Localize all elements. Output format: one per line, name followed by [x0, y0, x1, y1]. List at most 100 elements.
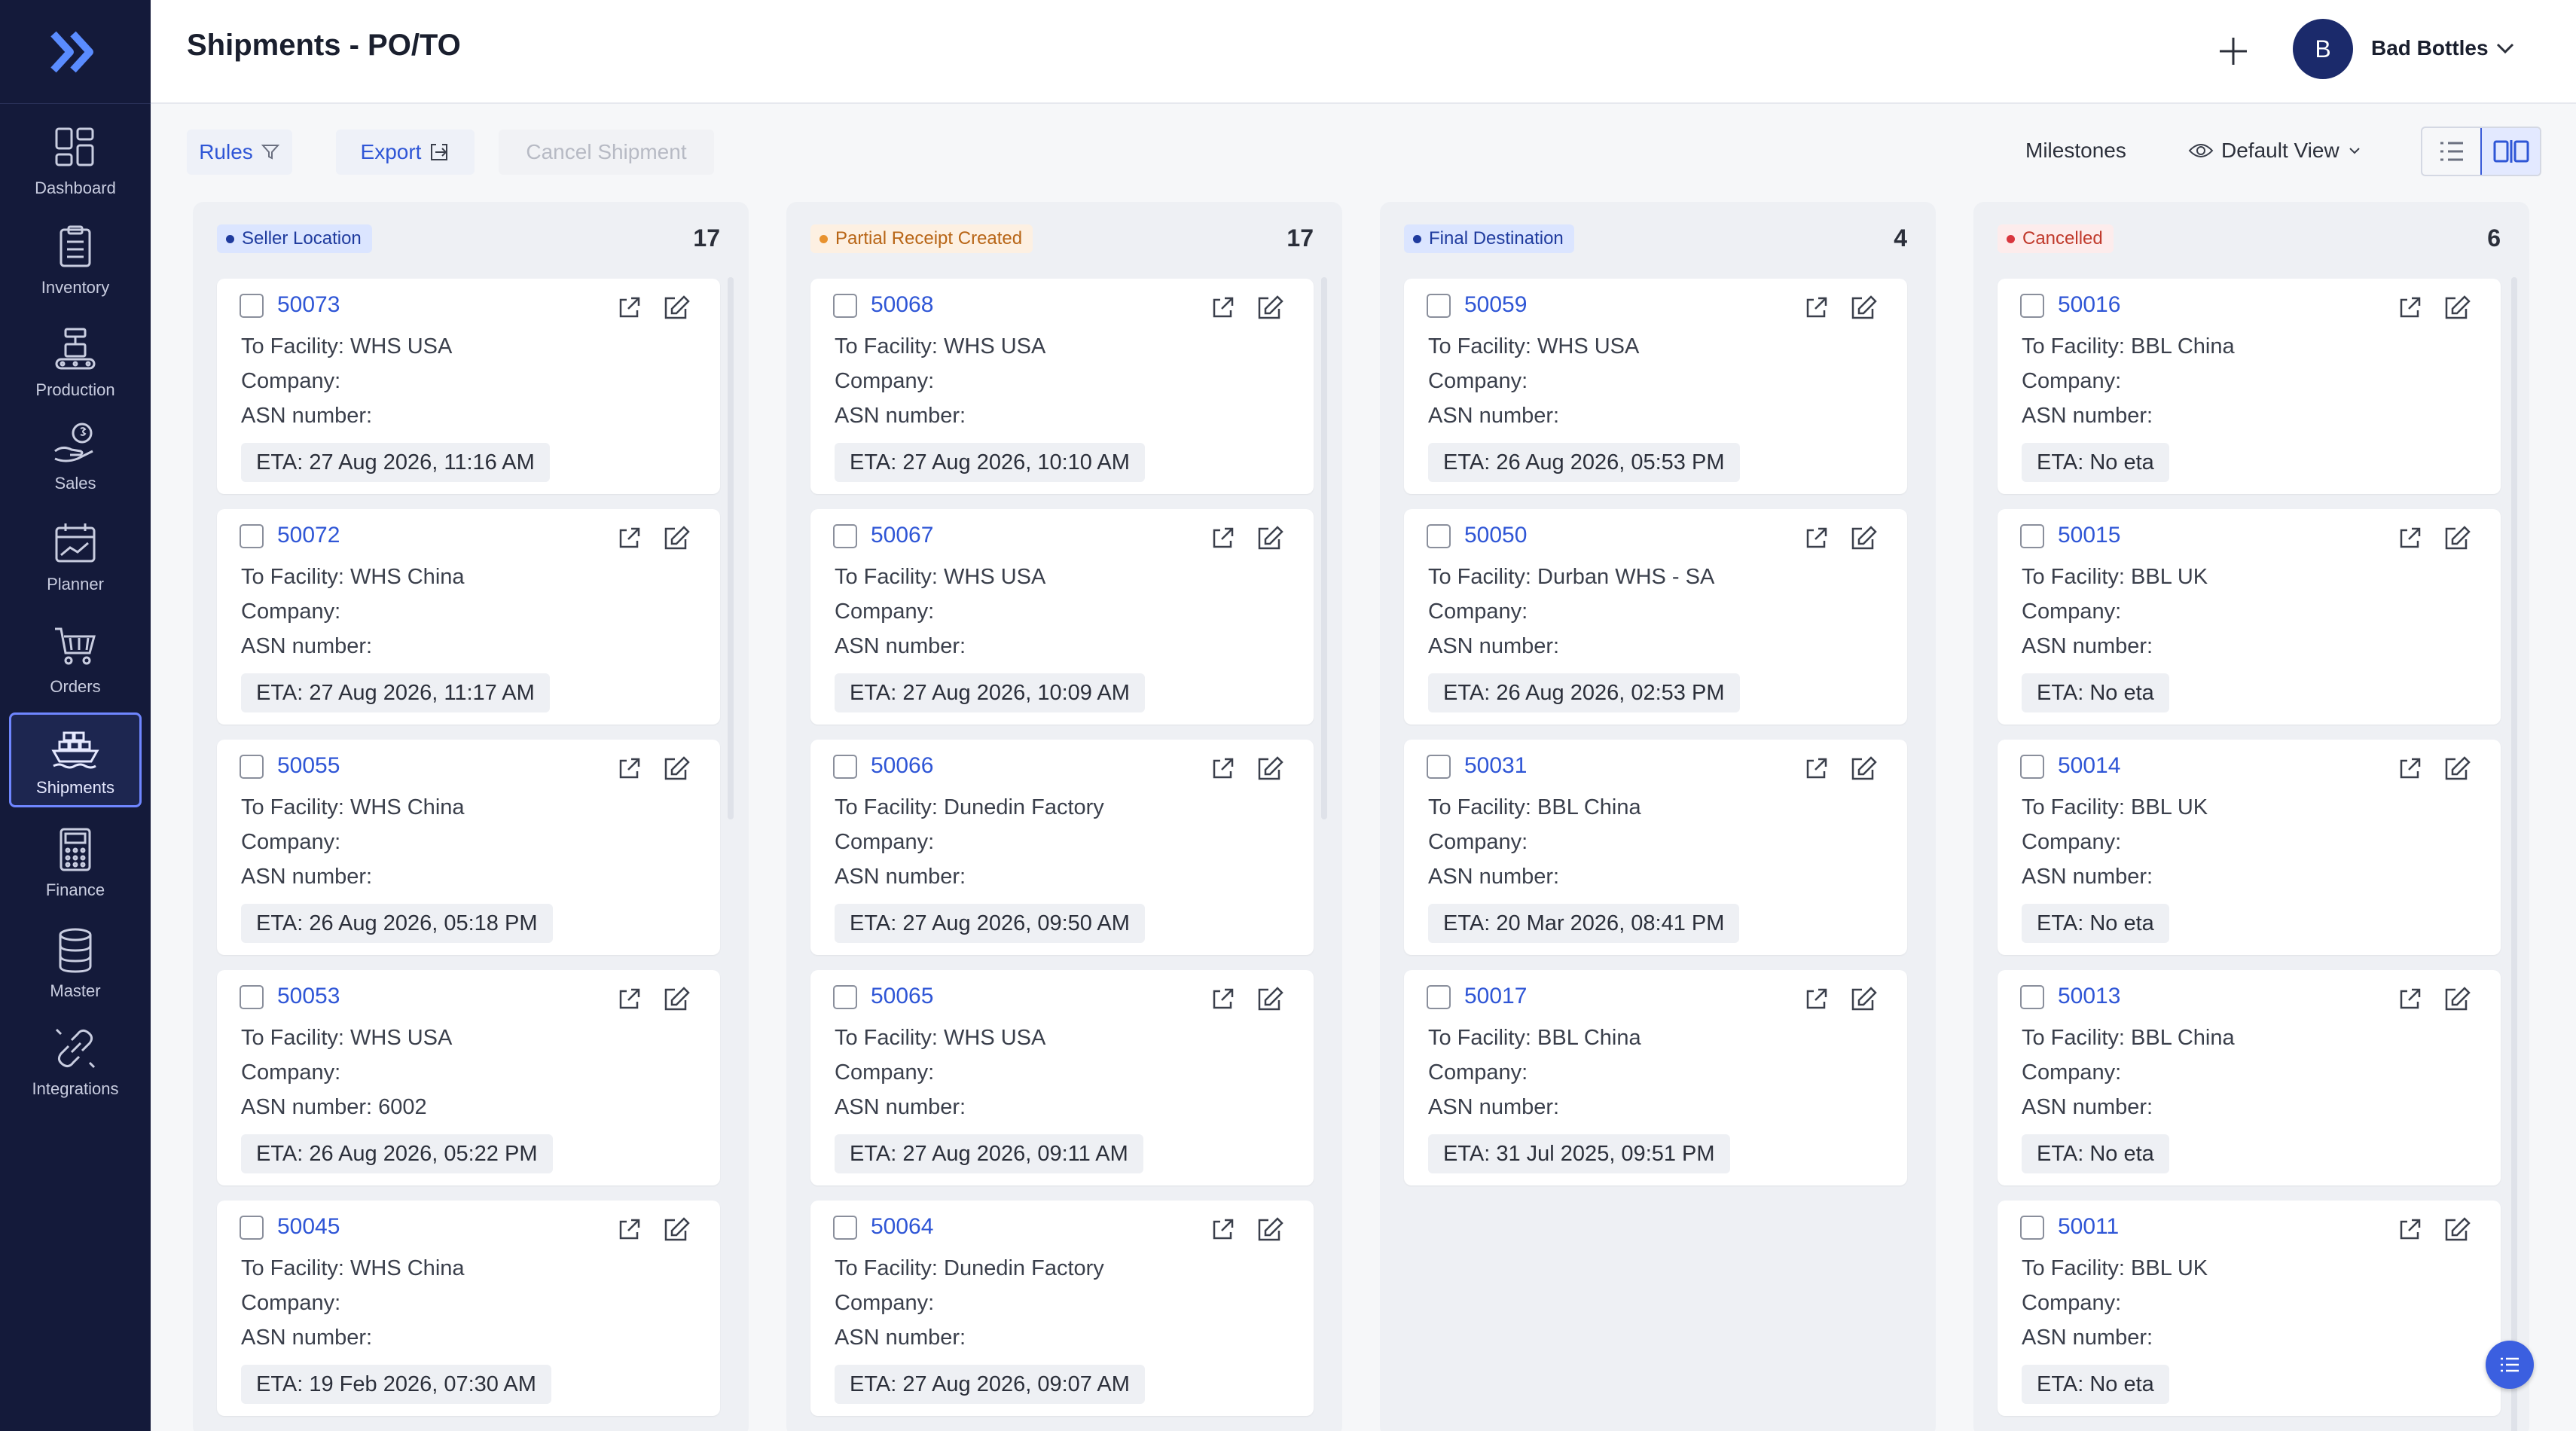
card-checkbox[interactable]: [240, 1216, 264, 1240]
milestones-button[interactable]: Milestones: [2025, 139, 2126, 163]
card-checkbox[interactable]: [833, 294, 857, 318]
edit-icon[interactable]: [1848, 984, 1879, 1014]
column-scrollbar[interactable]: [728, 277, 734, 819]
shipment-id-link[interactable]: 50031: [1464, 753, 1527, 779]
edit-icon[interactable]: [2442, 753, 2472, 783]
shipment-id-link[interactable]: 50068: [871, 292, 933, 318]
card-checkbox[interactable]: [1427, 294, 1451, 318]
avatar[interactable]: B: [2293, 19, 2353, 79]
card-checkbox[interactable]: [2020, 985, 2044, 1009]
company-name[interactable]: Bad Bottles: [2371, 36, 2489, 60]
edit-icon[interactable]: [661, 1214, 691, 1244]
edit-icon[interactable]: [1255, 523, 1285, 553]
shipment-id-link[interactable]: 50016: [2058, 292, 2120, 318]
column-scrollbar[interactable]: [1321, 277, 1327, 819]
edit-icon[interactable]: [2442, 1214, 2472, 1244]
column-scrollbar[interactable]: [2511, 277, 2517, 1431]
edit-icon[interactable]: [1848, 753, 1879, 783]
sidebar-item-sales[interactable]: Sales: [9, 408, 142, 503]
open-external-icon[interactable]: [2395, 755, 2424, 783]
rules-button[interactable]: Rules: [187, 130, 292, 175]
card-checkbox[interactable]: [240, 294, 264, 318]
edit-icon[interactable]: [661, 753, 691, 783]
cancel-shipment-button[interactable]: Cancel Shipment: [499, 130, 714, 175]
shipment-card[interactable]: 50065 To Facility: WHS USA Company: ASN …: [810, 970, 1314, 1185]
open-external-icon[interactable]: [1802, 985, 1830, 1014]
card-checkbox[interactable]: [240, 755, 264, 779]
shipment-card[interactable]: 50011 To Facility: BBL UK Company: ASN n…: [1998, 1201, 2501, 1416]
card-checkbox[interactable]: [2020, 755, 2044, 779]
open-external-icon[interactable]: [2395, 294, 2424, 322]
card-checkbox[interactable]: [833, 755, 857, 779]
card-checkbox[interactable]: [240, 524, 264, 548]
edit-icon[interactable]: [1255, 292, 1285, 322]
sidebar-item-dashboard[interactable]: Dashboard: [9, 113, 142, 208]
sidebar-item-integrations[interactable]: Integrations: [9, 1014, 142, 1109]
shipment-card[interactable]: 50073 To Facility: WHS USA Company: ASN …: [217, 279, 720, 494]
card-checkbox[interactable]: [833, 985, 857, 1009]
edit-icon[interactable]: [661, 984, 691, 1014]
shipment-id-link[interactable]: 50015: [2058, 523, 2120, 548]
shipment-card[interactable]: 50072 To Facility: WHS China Company: AS…: [217, 509, 720, 725]
card-checkbox[interactable]: [2020, 294, 2044, 318]
card-checkbox[interactable]: [833, 1216, 857, 1240]
shipment-card[interactable]: 50067 To Facility: WHS USA Company: ASN …: [810, 509, 1314, 725]
open-external-icon[interactable]: [615, 524, 643, 553]
shipment-id-link[interactable]: 50072: [277, 523, 340, 548]
export-button[interactable]: Export: [336, 130, 475, 175]
shipment-id-link[interactable]: 50059: [1464, 292, 1527, 318]
sidebar-item-finance[interactable]: Finance: [9, 815, 142, 910]
open-external-icon[interactable]: [615, 294, 643, 322]
add-button[interactable]: [2211, 29, 2256, 74]
open-external-icon[interactable]: [2395, 985, 2424, 1014]
shipment-card[interactable]: 50016 To Facility: BBL China Company: AS…: [1998, 279, 2501, 494]
card-checkbox[interactable]: [240, 985, 264, 1009]
open-external-icon[interactable]: [1802, 755, 1830, 783]
card-checkbox[interactable]: [1427, 524, 1451, 548]
shipment-id-link[interactable]: 50073: [277, 292, 340, 318]
shipment-card[interactable]: 50068 To Facility: WHS USA Company: ASN …: [810, 279, 1314, 494]
floating-list-button[interactable]: [2486, 1341, 2534, 1389]
sidebar-item-orders[interactable]: Orders: [9, 612, 142, 706]
open-external-icon[interactable]: [615, 1216, 643, 1244]
shipment-id-link[interactable]: 50065: [871, 984, 933, 1009]
open-external-icon[interactable]: [1208, 294, 1237, 322]
shipment-id-link[interactable]: 50066: [871, 753, 933, 779]
shipment-card[interactable]: 50066 To Facility: Dunedin Factory Compa…: [810, 740, 1314, 955]
edit-icon[interactable]: [2442, 984, 2472, 1014]
shipment-card[interactable]: 50015 To Facility: BBL UK Company: ASN n…: [1998, 509, 2501, 725]
open-external-icon[interactable]: [1208, 524, 1237, 553]
open-external-icon[interactable]: [615, 985, 643, 1014]
edit-icon[interactable]: [1255, 1214, 1285, 1244]
shipment-id-link[interactable]: 50014: [2058, 753, 2120, 779]
shipment-id-link[interactable]: 50055: [277, 753, 340, 779]
shipment-id-link[interactable]: 50045: [277, 1214, 340, 1240]
edit-icon[interactable]: [1255, 984, 1285, 1014]
shipment-card[interactable]: 50031 To Facility: BBL China Company: AS…: [1404, 740, 1907, 955]
shipment-id-link[interactable]: 50011: [2058, 1214, 2119, 1240]
shipment-card[interactable]: 50064 To Facility: Dunedin Factory Compa…: [810, 1201, 1314, 1416]
card-checkbox[interactable]: [1427, 985, 1451, 1009]
edit-icon[interactable]: [661, 292, 691, 322]
edit-icon[interactable]: [2442, 292, 2472, 322]
shipment-id-link[interactable]: 50067: [871, 523, 933, 548]
open-external-icon[interactable]: [615, 755, 643, 783]
shipment-card[interactable]: 50055 To Facility: WHS China Company: AS…: [217, 740, 720, 955]
edit-icon[interactable]: [661, 523, 691, 553]
app-logo[interactable]: [0, 0, 151, 104]
card-checkbox[interactable]: [1427, 755, 1451, 779]
shipment-card[interactable]: 50014 To Facility: BBL UK Company: ASN n…: [1998, 740, 2501, 955]
board-view-button[interactable]: [2480, 128, 2540, 175]
open-external-icon[interactable]: [2395, 524, 2424, 553]
shipment-card[interactable]: 50045 To Facility: WHS China Company: AS…: [217, 1201, 720, 1416]
shipment-card[interactable]: 50050 To Facility: Durban WHS - SA Compa…: [1404, 509, 1907, 725]
shipment-card[interactable]: 50013 To Facility: BBL China Company: AS…: [1998, 970, 2501, 1185]
edit-icon[interactable]: [1848, 523, 1879, 553]
sidebar-item-production[interactable]: Production: [9, 315, 142, 410]
chevron-down-icon[interactable]: [2493, 36, 2517, 60]
sidebar-item-master[interactable]: Master: [9, 916, 142, 1011]
shipment-card[interactable]: 50059 To Facility: WHS USA Company: ASN …: [1404, 279, 1907, 494]
open-external-icon[interactable]: [1802, 524, 1830, 553]
card-checkbox[interactable]: [2020, 524, 2044, 548]
open-external-icon[interactable]: [2395, 1216, 2424, 1244]
